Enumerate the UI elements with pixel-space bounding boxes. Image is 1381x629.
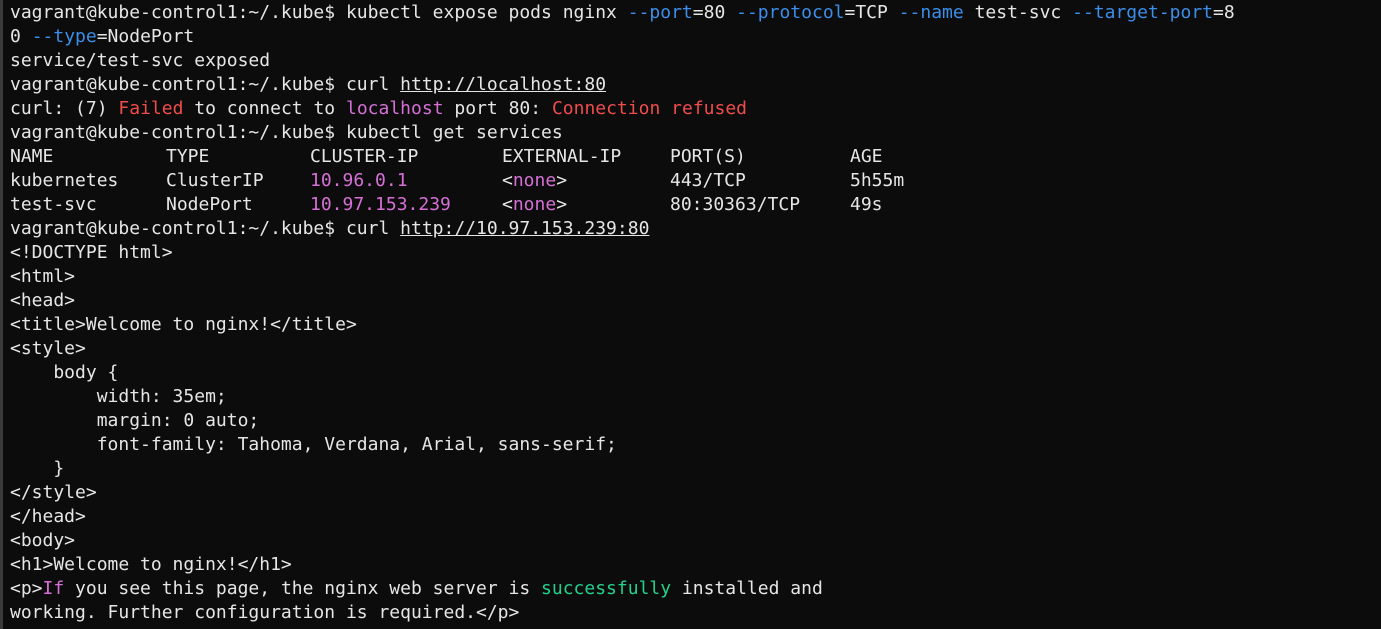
output-line: <style> — [10, 338, 86, 359]
service-age: 5h55m — [850, 170, 905, 191]
none-value: none — [512, 170, 557, 191]
service-name: test-svc — [10, 194, 97, 215]
get-services-command: kubectl get services — [345, 122, 563, 143]
target-port-flag: --target-port — [1072, 2, 1214, 23]
output-line: <h1>Welcome to nginx!</h1> — [10, 554, 292, 575]
expose-command: kubectl expose pods nginx — [345, 2, 617, 23]
target-port-value-wrap: 0 — [10, 26, 21, 47]
name-value: test-svc — [974, 2, 1062, 23]
error-port: port 80: — [454, 98, 542, 119]
output-line: <title>Welcome to nginx!</title> — [10, 314, 357, 335]
curl-url-link[interactable]: http://localhost:80 — [400, 74, 606, 95]
service-type: NodePort — [166, 194, 253, 215]
target-port-value: =8 — [1213, 2, 1235, 23]
failed-text: Failed — [118, 98, 184, 119]
protocol-flag: --protocol — [736, 2, 845, 23]
shell-prompt: vagrant@kube-control1:~/.kube$ — [10, 74, 336, 95]
output-line: <head> — [10, 290, 76, 311]
output-line: <p>If you see this page, the nginx web s… — [10, 577, 1381, 601]
type-flag: --type — [31, 26, 97, 47]
service-age: 49s — [850, 194, 883, 215]
output-text: you see this page, the nginx web server … — [64, 578, 542, 599]
service-external-ip: <none> — [502, 170, 568, 191]
shell-prompt: vagrant@kube-control1:~/.kube$ — [10, 2, 336, 23]
output-line: <!DOCTYPE html> — [10, 242, 173, 263]
service-cluster-ip: 10.96.0.1 — [310, 170, 408, 191]
curl-url-link[interactable]: http://10.97.153.239:80 — [400, 218, 649, 239]
curl-localhost-line: vagrant@kube-control1:~/.kube$ curl http… — [10, 73, 1381, 97]
output-line: body { — [10, 362, 119, 383]
header-cluster-ip: CLUSTER-IP — [310, 146, 419, 167]
expose-command-line: vagrant@kube-control1:~/.kube$ kubectl e… — [10, 1, 1381, 25]
window-edge — [0, 0, 3, 629]
get-services-line: vagrant@kube-control1:~/.kube$ kubectl g… — [10, 121, 1381, 145]
service-external-ip: <none> — [502, 194, 568, 215]
curl-error-prefix: curl: (7) — [10, 98, 108, 119]
output-line: } — [10, 458, 65, 479]
if-keyword: If — [42, 578, 65, 599]
output-line: working. Further configuration is requir… — [10, 602, 520, 623]
curl-command: curl — [345, 218, 390, 239]
expose-output: service/test-svc exposed — [10, 50, 271, 71]
curl-command: curl — [345, 74, 390, 95]
shell-prompt: vagrant@kube-control1:~/.kube$ — [10, 218, 336, 239]
terminal-window[interactable]: vagrant@kube-control1:~/.kube$ kubectl e… — [0, 0, 1381, 629]
service-ports: 80:30363/TCP — [670, 194, 801, 215]
expose-command-wrap-line: 0 --type=NodePort — [10, 25, 1381, 49]
error-mid-text: to connect to — [194, 98, 336, 119]
none-value: none — [512, 194, 557, 215]
name-flag: --name — [898, 2, 964, 23]
shell-prompt: vagrant@kube-control1:~/.kube$ — [10, 122, 336, 143]
output-line: width: 35em; — [10, 386, 227, 407]
service-type: ClusterIP — [166, 170, 264, 191]
header-external-ip: EXTERNAL-IP — [502, 146, 622, 167]
port-value: =80 — [692, 2, 726, 23]
header-age: AGE — [850, 146, 883, 167]
output-text: installed and — [671, 578, 823, 599]
successfully-text: successfully — [541, 578, 672, 599]
output-line: font-family: Tahoma, Verdana, Arial, san… — [10, 434, 617, 455]
output-line: margin: 0 auto; — [10, 410, 260, 431]
port-flag: --port — [627, 2, 693, 23]
output-line: </head> — [10, 506, 86, 527]
header-name: NAME — [10, 146, 54, 167]
p-open-tag: <p> — [10, 578, 43, 599]
header-type: TYPE — [166, 146, 210, 167]
service-name: kubernetes — [10, 170, 119, 191]
table-row: kubernetes ClusterIP 10.96.0.1 <none> 443/TC… — [10, 169, 1381, 193]
header-ports: PORT(S) — [670, 146, 746, 167]
type-value: =NodePort — [96, 26, 195, 47]
connection-refused-text: Connection refused — [551, 98, 748, 119]
table-row: test-svc NodePort 10.97.153.239 <none> 80:30… — [10, 193, 1381, 217]
service-cluster-ip: 10.97.153.239 — [310, 194, 451, 215]
error-host: localhost — [346, 98, 444, 119]
output-line: <body> — [10, 530, 76, 551]
protocol-value: =TCP — [844, 2, 888, 23]
service-ports: 443/TCP — [670, 170, 746, 191]
output-line: <html> — [10, 266, 76, 287]
curl-cluster-ip-line: vagrant@kube-control1:~/.kube$ curl http… — [10, 217, 1381, 241]
curl-error-line: curl: (7) Failed to connect to localhost… — [10, 97, 1381, 121]
output-line: </style> — [10, 482, 97, 503]
services-table-header: NAME TYPE CLUSTER-IP EXTERNAL-IP PORT(S) AGE — [10, 145, 1381, 169]
